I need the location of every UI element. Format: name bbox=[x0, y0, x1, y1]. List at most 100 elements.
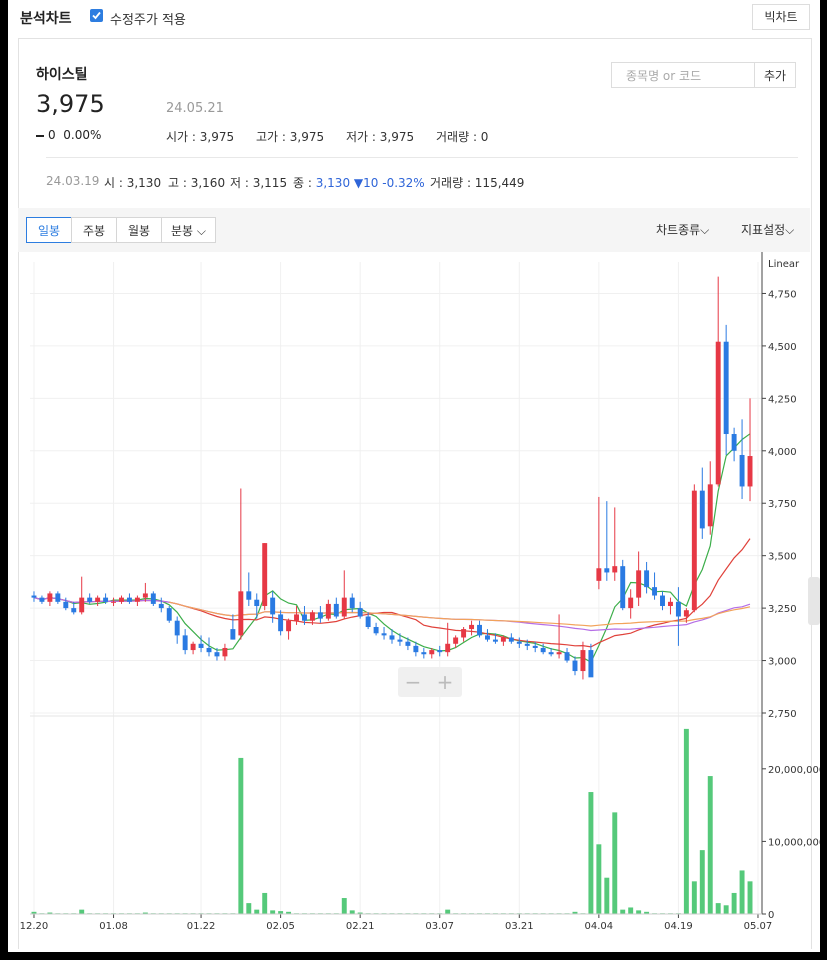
volume-bar-29 bbox=[262, 892, 268, 914]
candle-body-80 bbox=[667, 601, 673, 607]
candle-body-31 bbox=[278, 614, 284, 632]
candle-body-6 bbox=[79, 597, 85, 613]
add-stock-button[interactable]: 추가 bbox=[754, 62, 796, 88]
stock-search-input[interactable]: 종목명 or 코드 bbox=[611, 62, 755, 88]
y-tick-label-0: 4,750 bbox=[768, 289, 797, 300]
high-info: 고가 : 3,975 bbox=[256, 130, 325, 144]
y-tick-label-4: 3,750 bbox=[768, 499, 797, 510]
candle-body-1 bbox=[39, 597, 45, 602]
x-tick-label-8: 04.19 bbox=[664, 921, 693, 932]
chart-type-menu[interactable]: 차트종류⌵ bbox=[656, 221, 709, 238]
check-icon bbox=[92, 11, 101, 20]
candle-body-60 bbox=[508, 637, 514, 642]
candle-body-75 bbox=[628, 597, 634, 609]
candle-body-38 bbox=[333, 603, 339, 617]
candle-body-49 bbox=[421, 652, 427, 655]
volume-bar-86 bbox=[715, 903, 721, 914]
candle-body-33 bbox=[294, 614, 299, 621]
candle-body-11 bbox=[119, 597, 124, 602]
candle-body-83 bbox=[691, 490, 697, 611]
hover-high: 고 : 3,160 bbox=[168, 176, 226, 190]
candle-body-62 bbox=[524, 643, 530, 646]
candle-body-82 bbox=[683, 610, 689, 617]
candle-body-72 bbox=[604, 568, 610, 573]
adjusted-price-checkbox[interactable] bbox=[90, 9, 103, 22]
indicator-settings-menu[interactable]: 지표설정⌵ bbox=[741, 221, 794, 238]
candlestick-chart[interactable]: Linear 4,750 4,500 4,250 4,000 3,750 3,500 3,25… bbox=[8, 252, 820, 952]
candle-body-54 bbox=[461, 629, 467, 638]
candle-body-15 bbox=[150, 593, 156, 604]
candle-body-7 bbox=[87, 597, 93, 602]
adjusted-price-label[interactable]: 수정주가 적용 bbox=[110, 9, 186, 28]
candle-body-56 bbox=[477, 624, 482, 636]
candle-body-79 bbox=[660, 595, 665, 607]
volume-bar-6 bbox=[79, 909, 85, 914]
candle-body-14 bbox=[142, 593, 148, 598]
volume-bar-90 bbox=[747, 881, 753, 914]
vol-tick-label-2: 0 bbox=[768, 910, 774, 921]
volume-bar-52 bbox=[445, 909, 451, 914]
candle-body-53 bbox=[453, 637, 459, 644]
change-value: 0 bbox=[48, 128, 56, 142]
big-chart-button[interactable]: 빅차트 bbox=[752, 4, 810, 30]
tab-monthly[interactable]: 월봉 bbox=[116, 217, 162, 243]
volume-bar-83 bbox=[691, 881, 697, 914]
candle-body-26 bbox=[238, 591, 244, 636]
candle-body-81 bbox=[675, 601, 681, 617]
low-info: 저가 : 3,975 bbox=[346, 130, 415, 144]
side-panel-handle[interactable] bbox=[808, 577, 820, 625]
divider bbox=[46, 157, 798, 158]
volume-bar-70 bbox=[588, 792, 594, 914]
volume-bar-27 bbox=[246, 903, 252, 914]
candle-body-37 bbox=[325, 603, 331, 619]
zoom-in-button[interactable]: + bbox=[430, 670, 460, 694]
candle-body-45 bbox=[389, 635, 395, 640]
candles bbox=[31, 276, 753, 680]
candle-body-48 bbox=[413, 645, 419, 653]
candle-body-66 bbox=[556, 652, 562, 655]
volume-bar-73 bbox=[612, 812, 618, 914]
x-tick-label-1: 01.08 bbox=[99, 921, 128, 932]
x-tick-label-6: 03.21 bbox=[505, 921, 534, 932]
down-triangle-icon: ▼ bbox=[353, 176, 364, 190]
candle-body-78 bbox=[652, 587, 658, 596]
price-change: 0 0.00% bbox=[36, 128, 101, 142]
candle-body-24 bbox=[222, 647, 228, 657]
y-tick-label-6: 3,250 bbox=[768, 604, 797, 615]
top-bar: 분석차트 수정주가 적용 빅차트 bbox=[8, 0, 820, 32]
volume-bar-72 bbox=[604, 877, 610, 914]
volume-bar-75 bbox=[628, 907, 634, 914]
x-tick-label-0: 12.20 bbox=[20, 921, 49, 932]
candle-body-76 bbox=[636, 570, 642, 598]
candle-body-29 bbox=[262, 543, 268, 607]
x-tick-label-3: 02.05 bbox=[266, 921, 295, 932]
candle-body-42 bbox=[365, 616, 371, 627]
zoom-out-button[interactable]: − bbox=[398, 670, 428, 694]
hover-low: 저 : 3,115 bbox=[230, 176, 288, 190]
candle-body-67 bbox=[564, 652, 570, 661]
hover-close: 종 : 3,130 ▼10 -0.32% bbox=[293, 176, 425, 190]
x-tick-label-9: 05.07 bbox=[744, 921, 773, 932]
candle-body-57 bbox=[485, 635, 490, 640]
x-tick-label-7: 04.04 bbox=[585, 921, 614, 932]
volume-bars bbox=[31, 728, 753, 914]
candle-body-23 bbox=[214, 652, 220, 657]
change-pct: 0.00% bbox=[63, 128, 102, 142]
candle-body-28 bbox=[254, 599, 260, 607]
candle-body-9 bbox=[103, 597, 109, 602]
candle-body-85 bbox=[707, 484, 713, 527]
moving-averages bbox=[33, 433, 751, 664]
candle-body-44 bbox=[381, 633, 387, 636]
tab-weekly[interactable]: 주봉 bbox=[71, 217, 117, 243]
candle-body-30 bbox=[270, 597, 276, 615]
volume-bar-82 bbox=[683, 728, 689, 914]
tab-minute[interactable]: 분봉 ⌵ bbox=[161, 217, 216, 243]
candle-body-65 bbox=[548, 652, 554, 655]
candle-body-89 bbox=[739, 454, 745, 487]
volume-bar-84 bbox=[699, 850, 705, 914]
candle-body-12 bbox=[126, 597, 132, 602]
volume-bar-40 bbox=[349, 910, 355, 914]
page-title: 분석차트 bbox=[20, 11, 72, 27]
tab-daily[interactable]: 일봉 bbox=[26, 217, 72, 243]
chevron-down-icon: ⌵ bbox=[785, 223, 795, 237]
